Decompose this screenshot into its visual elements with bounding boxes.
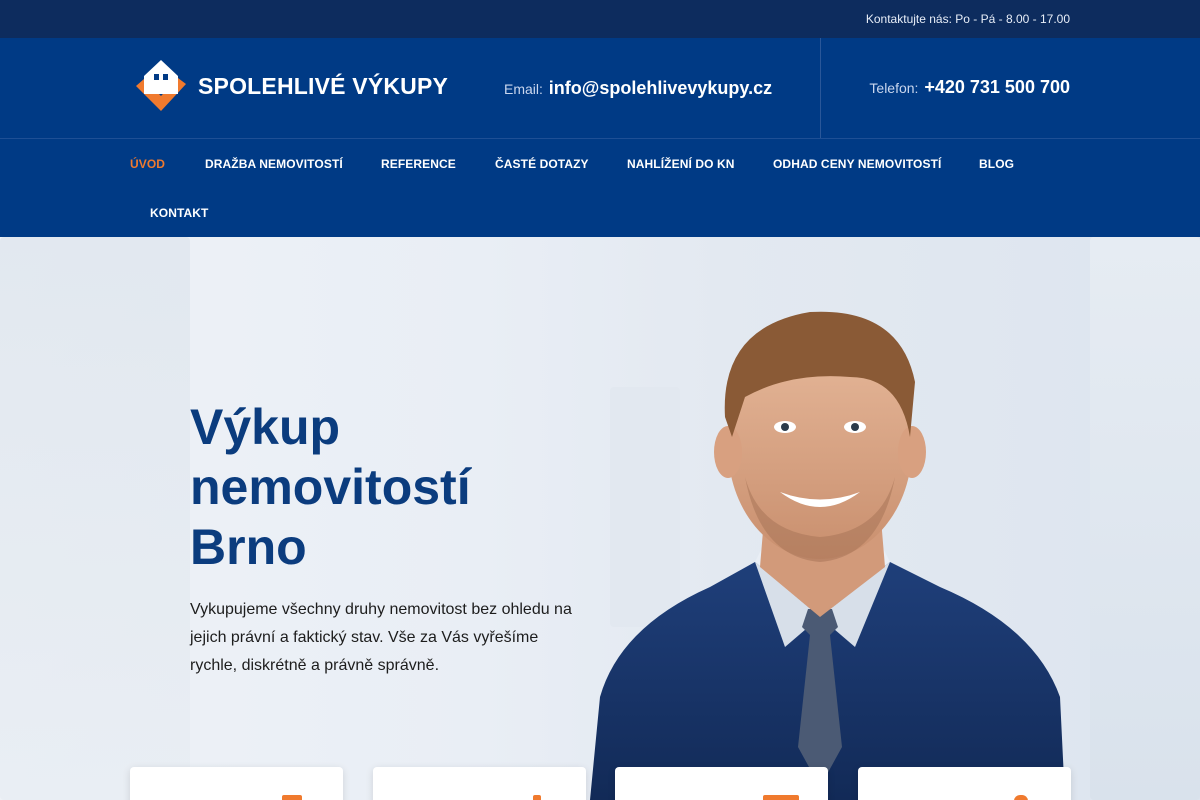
feature-card[interactable] [130,767,343,800]
feature-icon [533,795,541,800]
phone-label: Telefon: [869,80,919,96]
email-link[interactable]: info@spolehlivevykupy.cz [549,78,772,98]
main-nav: ÚVOD DRAŽBA NEMOVITOSTÍ REFERENCE ČASTÉ … [0,138,1200,237]
nav-item-reference[interactable]: REFERENCE [381,157,456,171]
nav-item-caste-dotazy[interactable]: ČASTÉ DOTAZY [495,157,589,171]
feature-card[interactable] [858,767,1071,800]
header-divider [820,38,821,138]
email-contact: Email: info@spolehlivevykupy.cz [504,78,772,99]
hero-description: Vykupujeme všechny druhy nemovitost bez … [190,601,572,674]
nav-item-kontakt[interactable]: KONTAKT [150,206,208,220]
nav-item-nahlizeni[interactable]: NAHLÍŽENÍ DO KN [627,157,735,171]
background-blur [1090,237,1200,800]
phone-link[interactable]: +420 731 500 700 [924,77,1070,97]
email-label: Email: [504,81,543,97]
hero-title-line: Výkup [190,399,341,455]
logo-icon[interactable] [130,56,192,120]
background-blur [0,237,190,800]
phone-contact: Telefon: +420 731 500 700 [869,77,1070,98]
nav-item-uvod[interactable]: ÚVOD [130,157,165,171]
brand-name[interactable]: SPOLEHLIVÉ VÝKUPY [198,73,448,100]
feature-icon [282,795,302,800]
header: SPOLEHLIVÉ VÝKUPY Email: info@spolehlive… [0,38,1200,138]
businessman-photo [590,311,1065,800]
feature-icon [763,795,799,800]
contact-hours: Kontaktujte nás: Po - Pá - 8.00 - 17.00 [865,12,1070,26]
hero-section: Výkup nemovitostí Brno Vykupujeme všechn… [0,237,1200,800]
hero-title-line: nemovitostí [190,459,471,515]
nav-item-odhad-ceny[interactable]: ODHAD CENY NEMOVITOSTÍ [773,157,941,171]
feature-icon [1014,795,1028,800]
hero-title: Výkup nemovitostí Brno [190,397,471,577]
feature-card[interactable] [373,767,586,800]
hero-title-line: Brno [190,519,307,575]
nav-item-drazba[interactable]: DRAŽBA NEMOVITOSTÍ [205,157,343,171]
top-bar: Kontaktujte nás: Po - Pá - 8.00 - 17.00 [0,0,1200,38]
feature-card[interactable] [615,767,828,800]
nav-item-blog[interactable]: BLOG [979,157,1014,171]
